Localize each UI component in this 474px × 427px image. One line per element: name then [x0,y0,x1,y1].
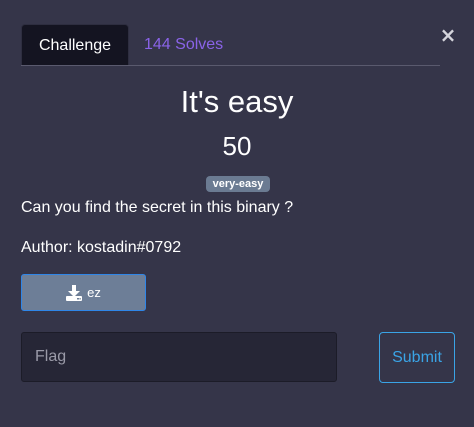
challenge-description: Can you find the secret in this binary ? [21,199,294,216]
download-file-label: ez [87,285,101,300]
difficulty-badge: very-easy [206,176,270,192]
submit-button[interactable]: Submit [379,332,455,383]
challenge-title: It's easy [180,84,294,119]
challenge-modal: × Challenge 144 Solves It's easy 50 very… [0,0,474,427]
close-icon[interactable]: × [439,25,457,45]
flag-input[interactable] [21,332,337,382]
tab-challenge[interactable]: Challenge [21,24,129,65]
challenge-points: 50 [222,131,252,161]
download-icon [66,284,83,301]
tab-bar: Challenge 144 Solves [21,24,440,66]
download-file-button[interactable]: ez [21,274,146,311]
tab-solves[interactable]: 144 Solves [144,24,223,64]
challenge-author: Author: kostadin#0792 [21,239,182,256]
